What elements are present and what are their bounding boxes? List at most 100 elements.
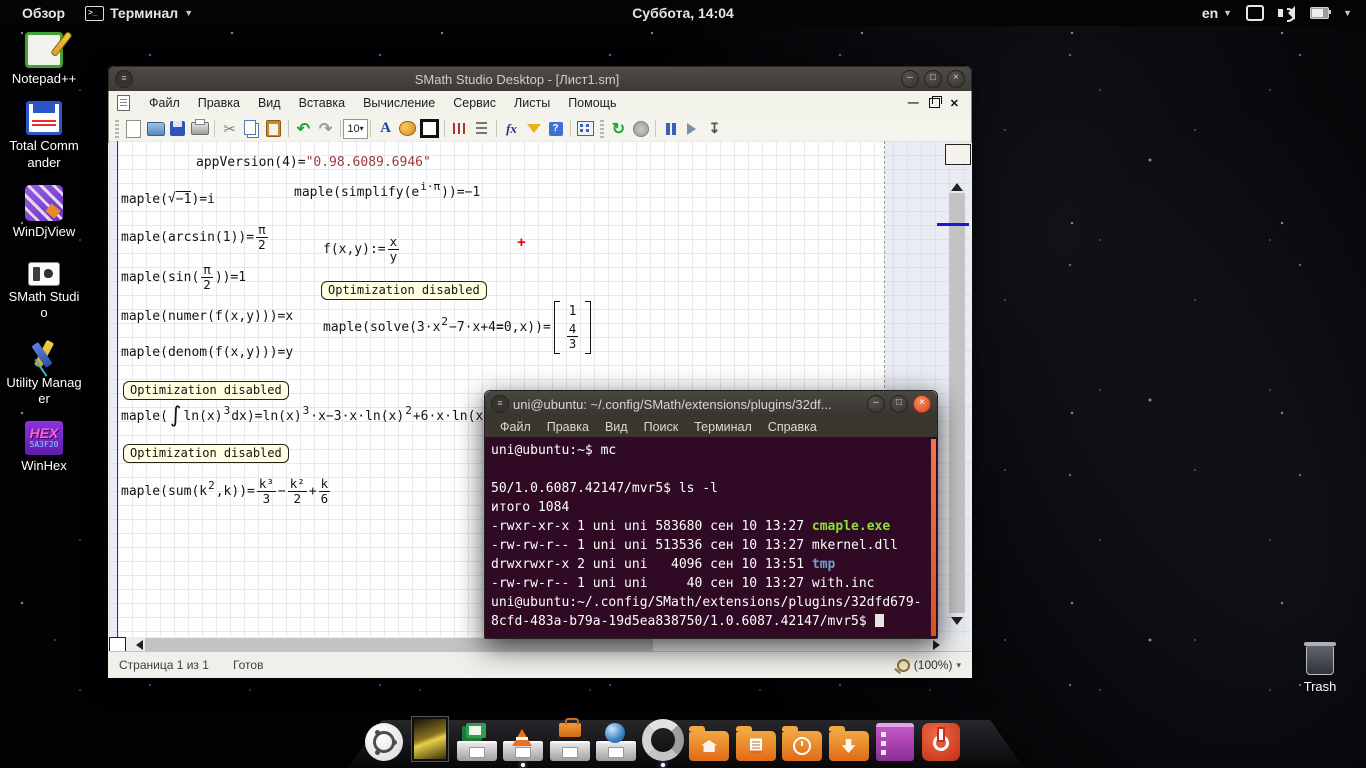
mdi-restore-button[interactable] (929, 98, 940, 108)
math-region[interactable]: maple(sin(π2))=1 (121, 263, 246, 292)
terminal-titlebar[interactable]: ≡ uni@ubuntu: ~/.config/SMath/extensions… (485, 391, 937, 417)
math-region[interactable]: f(x,y):=xy (323, 235, 401, 264)
maximize-button[interactable]: □ (890, 395, 908, 413)
mdi-minimize-button[interactable]: — (908, 97, 919, 109)
smath-menu-Правка[interactable]: Правка (189, 94, 249, 112)
dock-item-folder-documents[interactable] (734, 725, 778, 761)
smath-menu-Вид[interactable]: Вид (249, 94, 290, 112)
toolbar-grip[interactable] (115, 120, 119, 138)
close-button[interactable]: × (947, 70, 965, 88)
smath-menu-Помощь[interactable]: Помощь (559, 94, 625, 112)
activities-button[interactable]: Обзор (16, 5, 71, 21)
close-button[interactable]: × (913, 395, 931, 413)
minimize-button[interactable]: – (867, 395, 885, 413)
desktop-icon-notepadpp[interactable]: Notepad++ (2, 32, 86, 87)
terminal-menu-Поиск[interactable]: Поиск (637, 419, 686, 435)
trash-icon[interactable]: Trash (1288, 646, 1352, 694)
window-menu-icon[interactable]: ≡ (115, 70, 133, 88)
maximize-button[interactable]: □ (924, 70, 942, 88)
toolbar-stop-button[interactable] (631, 119, 650, 138)
page-corner-box-bottom[interactable] (109, 637, 126, 652)
math-region[interactable]: appVersion(4)="0.98.6089.6946" (196, 155, 431, 170)
toolbar-copy-button[interactable] (242, 119, 261, 138)
toolbar-print-button[interactable] (190, 119, 209, 138)
keyboard-indicator[interactable]: en ▼ (1202, 5, 1232, 21)
math-region[interactable]: maple(√−1)=i (121, 191, 215, 207)
toolbar-ref-button[interactable]: ? (546, 119, 565, 138)
toolbar-palette-button[interactable] (398, 119, 417, 138)
terminal-menu-Файл[interactable]: Файл (493, 419, 538, 435)
dock-item-drawer-web[interactable] (594, 719, 638, 761)
scroll-left-icon[interactable] (131, 640, 143, 650)
desktop-icon-utility[interactable]: Utility Manager (2, 336, 86, 408)
app-menu[interactable]: >_ Терминал ▼ (79, 5, 199, 21)
desktop-icon-smath[interactable]: SMath Studio (2, 254, 86, 322)
toolbar-play-button[interactable] (683, 119, 702, 138)
dock-item-workspaces[interactable] (873, 723, 917, 761)
terminal-body[interactable]: uni@ubuntu:~$ mc 50/1.0.6087.42147/mvr5$… (485, 437, 937, 638)
terminal-scrollbar[interactable] (931, 439, 936, 636)
terminal-menu-Терминал[interactable]: Терминал (687, 419, 759, 435)
smath-menu-Сервис[interactable]: Сервис (444, 94, 505, 112)
toolbar-filter-button[interactable] (524, 119, 543, 138)
toolbar-redo-button[interactable]: ↷ (316, 119, 335, 138)
volume-icon[interactable] (1278, 6, 1296, 20)
toolbar-save-button[interactable] (168, 119, 187, 138)
toolbar-font-button[interactable]: A (376, 119, 395, 138)
system-menu-chevron-icon[interactable]: ▼ (1343, 8, 1352, 18)
dock-item-folder-downloads[interactable] (827, 725, 871, 761)
window-menu-icon[interactable]: ≡ (491, 395, 509, 413)
math-region[interactable]: maple(sum(k2,k))=k³3−k²2+k6 (121, 477, 332, 506)
toolbar-snip-button[interactable] (576, 119, 595, 138)
toolbar-border-button[interactable] (420, 119, 439, 138)
math-region[interactable]: maple(simplify(ei·π))=−1 (294, 185, 480, 200)
toolbar-alignh-button[interactable] (450, 119, 469, 138)
scroll-down-icon[interactable] (951, 617, 963, 631)
screen-icon[interactable] (1246, 5, 1264, 21)
terminal-menu-Вид[interactable]: Вид (598, 419, 635, 435)
desktop-icon-winhex[interactable]: HEX5A3F20WinHex (2, 421, 86, 474)
toolbar-new-button[interactable] (124, 119, 143, 138)
scroll-right-icon[interactable] (933, 640, 945, 650)
toolbar-fontsize-button[interactable]: 10▾ (346, 119, 365, 138)
zoom-chevron-icon[interactable]: ▾ (956, 660, 961, 671)
dock-item-drawer-notes[interactable] (455, 719, 499, 761)
smath-menu-Файл[interactable]: Файл (140, 94, 189, 112)
toolbar-fx-button[interactable]: fx (502, 119, 521, 138)
dock-item-ubuntu[interactable] (362, 723, 406, 761)
dock-item-folder-home[interactable] (687, 725, 731, 761)
math-region[interactable]: maple(arcsin(1))=π2 (121, 223, 270, 252)
toolbar-alignv-button[interactable] (472, 119, 491, 138)
math-region[interactable]: maple(∫ln(x)3dx)=ln(x)3·x−3·x·ln(x)2+6·x… (121, 409, 522, 424)
math-region[interactable]: maple(numer(f(x,y)))=x (121, 309, 293, 324)
toolbar-recalc-button[interactable]: ↻ (609, 119, 628, 138)
toolbar-paste-button[interactable] (264, 119, 283, 138)
terminal-menu-Справка[interactable]: Справка (761, 419, 824, 435)
toolbar-cut-button[interactable]: ✂ (220, 119, 239, 138)
smath-menu-Вставка[interactable]: Вставка (290, 94, 354, 112)
battery-icon[interactable] (1310, 7, 1329, 19)
dock-item-drawer-tools[interactable] (548, 719, 592, 761)
dock-item-drawer-media[interactable] (501, 719, 545, 761)
desktop-icon-windjview[interactable]: WinDjView (2, 185, 86, 240)
terminal-menu-Правка[interactable]: Правка (540, 419, 596, 435)
smath-titlebar[interactable]: ≡ SMath Studio Desktop - [Лист1.sm] – □ … (108, 66, 972, 91)
toolbar-pause-button[interactable] (661, 119, 680, 138)
minimize-button[interactable]: – (901, 70, 919, 88)
horizontal-scrollbar[interactable] (109, 637, 971, 652)
dock-item-screenshot[interactable] (408, 717, 452, 761)
dock-item-folder-history[interactable] (780, 725, 824, 761)
vertical-scrollbar[interactable] (947, 141, 967, 637)
math-region[interactable]: maple(solve(3·x2−7·x+4=0,x))=143 (323, 301, 591, 354)
math-region[interactable]: maple(denom(f(x,y)))=y (121, 345, 293, 360)
smath-menu-Листы[interactable]: Листы (505, 94, 559, 112)
scroll-up-icon[interactable] (951, 177, 963, 191)
toolbar-undo-button[interactable]: ↶ (294, 119, 313, 138)
hscroll-thumb[interactable] (145, 638, 653, 651)
vscroll-thumb[interactable] (949, 193, 965, 613)
clock[interactable]: Суббота, 14:04 (0, 5, 1366, 21)
dock-item-switcher-ring[interactable] (641, 719, 685, 761)
toolbar-step-button[interactable]: ↧ (705, 119, 724, 138)
dock-item-shutdown[interactable] (919, 723, 963, 761)
zoom-control[interactable]: (100%) ▾ (897, 658, 961, 672)
